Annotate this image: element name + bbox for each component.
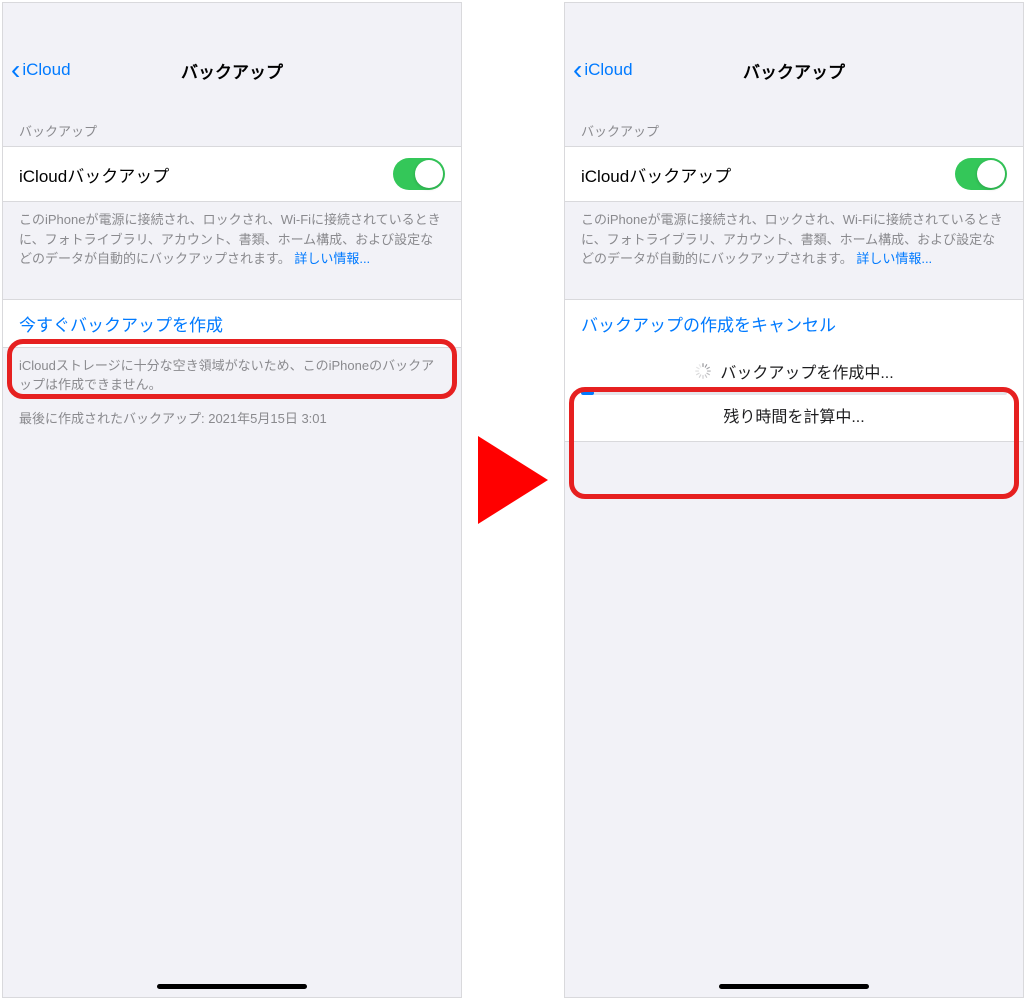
navigation-bar: ‹ iCloud バックアップ bbox=[3, 43, 461, 97]
cancel-backup-button[interactable]: バックアップの作成をキャンセル bbox=[565, 299, 1023, 347]
status-bar bbox=[565, 3, 1023, 43]
arrow-right-icon bbox=[478, 436, 548, 524]
home-indicator[interactable] bbox=[719, 984, 869, 989]
more-info-link[interactable]: 詳しい情報... bbox=[856, 251, 932, 266]
back-button[interactable]: ‹ iCloud bbox=[3, 56, 71, 84]
progress-title-row: バックアップを作成中... bbox=[581, 355, 1007, 389]
last-backup-text: 最後に作成されたバックアップ: 2021年5月15日 3:01 bbox=[3, 399, 461, 433]
icloud-backup-toggle-row: iCloudバックアップ bbox=[565, 146, 1023, 202]
backup-now-button[interactable]: 今すぐバックアップを作成 bbox=[3, 299, 461, 348]
back-button[interactable]: ‹ iCloud bbox=[565, 56, 633, 84]
backup-progress-area: バックアップを作成中... 残り時間を計算中... bbox=[565, 347, 1023, 442]
page-title: バックアップ bbox=[3, 58, 461, 83]
more-info-link[interactable]: 詳しい情報... bbox=[294, 251, 370, 266]
icloud-backup-toggle-row: iCloudバックアップ bbox=[3, 146, 461, 202]
navigation-bar: ‹ iCloud バックアップ bbox=[565, 43, 1023, 97]
chevron-left-icon: ‹ bbox=[573, 56, 582, 84]
cancel-backup-label: バックアップの作成をキャンセル bbox=[581, 311, 836, 336]
progress-title-text: バックアップを作成中... bbox=[720, 359, 893, 383]
phone-screen-after: ‹ iCloud バックアップ バックアップ iCloudバックアップ このiP… bbox=[564, 2, 1024, 998]
back-label: iCloud bbox=[584, 60, 632, 80]
page-title: バックアップ bbox=[565, 58, 1023, 83]
chevron-left-icon: ‹ bbox=[11, 56, 20, 84]
icloud-backup-toggle[interactable] bbox=[393, 158, 445, 190]
backup-description: このiPhoneが電源に接続され、ロックされ、Wi-Fiに接続されているときに、… bbox=[3, 202, 461, 273]
progress-bar bbox=[581, 391, 1007, 395]
backup-description: このiPhoneが電源に接続され、ロックされ、Wi-Fiに接続されているときに、… bbox=[565, 202, 1023, 273]
icloud-backup-toggle[interactable] bbox=[955, 158, 1007, 190]
section-header-backup: バックアップ bbox=[565, 97, 1023, 146]
storage-warning-text: iCloudストレージに十分な空き領域がないため、このiPhoneのバックアップ… bbox=[3, 348, 461, 399]
spacer bbox=[3, 273, 461, 299]
backup-now-label: 今すぐバックアップを作成 bbox=[19, 311, 223, 336]
progress-bar-fill bbox=[581, 391, 594, 395]
toggle-label: iCloudバックアップ bbox=[581, 162, 731, 187]
home-indicator[interactable] bbox=[157, 984, 307, 989]
progress-subtitle: 残り時間を計算中... bbox=[581, 403, 1007, 427]
toggle-label: iCloudバックアップ bbox=[19, 162, 169, 187]
section-header-backup: バックアップ bbox=[3, 97, 461, 146]
spacer bbox=[565, 273, 1023, 299]
back-label: iCloud bbox=[22, 60, 70, 80]
phone-screen-before: ‹ iCloud バックアップ バックアップ iCloudバックアップ このiP… bbox=[2, 2, 462, 998]
status-bar bbox=[3, 3, 461, 43]
spinner-icon bbox=[694, 362, 712, 380]
